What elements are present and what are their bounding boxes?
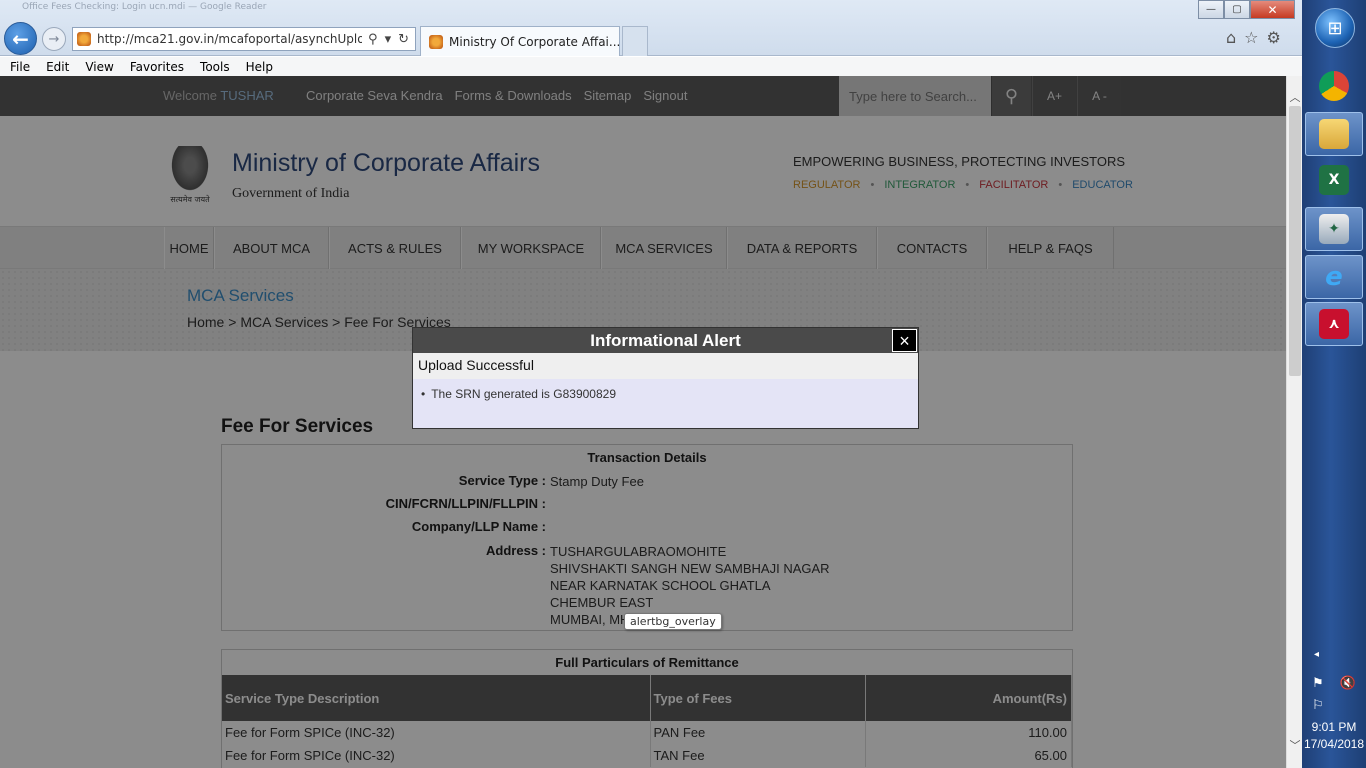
- maximize-button[interactable]: ▢: [1224, 0, 1250, 19]
- address-url[interactable]: http://mca21.gov.in/mcafoportal/asynchUp…: [97, 32, 362, 46]
- action-center-flag-icon[interactable]: ⚑: [1312, 675, 1324, 691]
- alert-close-button[interactable]: ×: [892, 329, 917, 352]
- back-arrow-icon: ←: [12, 26, 29, 51]
- window-title: Office Fees Checking: Login ucn.mdi — Go…: [22, 2, 267, 12]
- menu-help[interactable]: Help: [246, 60, 273, 74]
- taskbar-excel[interactable]: X: [1305, 158, 1363, 202]
- taskbar-adobe-reader[interactable]: ⋏: [1305, 302, 1363, 346]
- menu-view[interactable]: View: [85, 60, 113, 74]
- browser-chrome: Office Fees Checking: Login ucn.mdi — Go…: [0, 0, 1302, 56]
- back-button[interactable]: ←: [4, 22, 37, 55]
- settings-gear-icon[interactable]: ⚙: [1267, 28, 1281, 47]
- scroll-down-icon[interactable]: ﹀: [1287, 738, 1303, 754]
- tab-title: Ministry Of Corporate Affai...: [449, 34, 621, 49]
- network-flag-icon[interactable]: ⚐: [1312, 697, 1324, 713]
- minimize-button[interactable]: —: [1198, 0, 1224, 19]
- system-tray: ◂ ⚑ 🔇 ⚐ 9:01 PM 17/04/2018: [1302, 645, 1366, 768]
- new-tab-button[interactable]: [622, 26, 648, 56]
- pigeon-app-icon: ✦: [1319, 214, 1349, 244]
- scrollbar-thumb[interactable]: [1289, 106, 1301, 376]
- alert-body: • The SRN generated is G83900829: [413, 379, 918, 428]
- taskbar-internet-explorer[interactable]: e: [1305, 255, 1363, 299]
- search-icon[interactable]: ⚲: [368, 32, 378, 47]
- tray-expand-icon[interactable]: ◂: [1314, 649, 1319, 660]
- chrome-icon: [1319, 71, 1349, 101]
- volume-muted-icon[interactable]: 🔇: [1340, 675, 1356, 691]
- address-bar[interactable]: http://mca21.gov.in/mcafoportal/asynchUp…: [72, 27, 416, 51]
- menu-edit[interactable]: Edit: [46, 60, 69, 74]
- menu-tools[interactable]: Tools: [200, 60, 230, 74]
- refresh-icon[interactable]: ↻: [398, 32, 409, 47]
- taskbar-chrome[interactable]: [1305, 64, 1363, 108]
- browser-toolbar-icons: ⌂ ☆ ⚙: [1226, 28, 1281, 47]
- alert-subtitle: Upload Successful: [413, 353, 918, 379]
- informational-alert-dialog: Informational Alert × Upload Successful …: [412, 327, 919, 429]
- scroll-up-icon[interactable]: ︿: [1287, 90, 1303, 106]
- clock-time[interactable]: 9:01 PM: [1302, 720, 1366, 734]
- browser-tab[interactable]: Ministry Of Corporate Affai... ×: [420, 26, 630, 56]
- menu-file[interactable]: File: [10, 60, 30, 74]
- internet-explorer-icon: e: [1325, 262, 1343, 292]
- clock-date[interactable]: 17/04/2018: [1302, 737, 1366, 751]
- close-window-button[interactable]: ✕: [1250, 0, 1295, 19]
- home-icon[interactable]: ⌂: [1226, 28, 1236, 47]
- window-controls: — ▢ ✕: [1198, 0, 1295, 19]
- menu-favorites[interactable]: Favorites: [130, 60, 184, 74]
- forward-arrow-icon: →: [48, 31, 60, 47]
- favorites-star-icon[interactable]: ☆: [1244, 28, 1258, 47]
- taskbar-file-explorer[interactable]: [1305, 112, 1363, 156]
- file-explorer-icon: [1319, 119, 1349, 149]
- start-button[interactable]: ⊞: [1315, 8, 1355, 48]
- page-scrollbar[interactable]: ︿ ﹀: [1286, 76, 1302, 768]
- site-favicon: [77, 32, 91, 46]
- alert-title: Informational Alert: [413, 328, 918, 353]
- menu-bar: File Edit View Favorites Tools Help: [0, 57, 1302, 76]
- windows-logo-icon: ⊞: [1327, 17, 1343, 39]
- adobe-reader-icon: ⋏: [1319, 309, 1349, 339]
- windows-taskbar: ⊞ X ✦ e ⋏ ◂ ⚑ 🔇 ⚐ 9:01 PM 17/04/2018: [1302, 0, 1366, 768]
- alert-message: The SRN generated is G83900829: [431, 387, 616, 401]
- bullet-icon: •: [421, 387, 426, 401]
- dropdown-icon[interactable]: ▾: [385, 32, 392, 47]
- excel-icon: X: [1319, 165, 1349, 195]
- tab-favicon: [429, 34, 443, 49]
- taskbar-pigeon-app[interactable]: ✦: [1305, 207, 1363, 251]
- tooltip: alertbg_overlay: [624, 613, 722, 630]
- forward-button[interactable]: →: [42, 27, 66, 51]
